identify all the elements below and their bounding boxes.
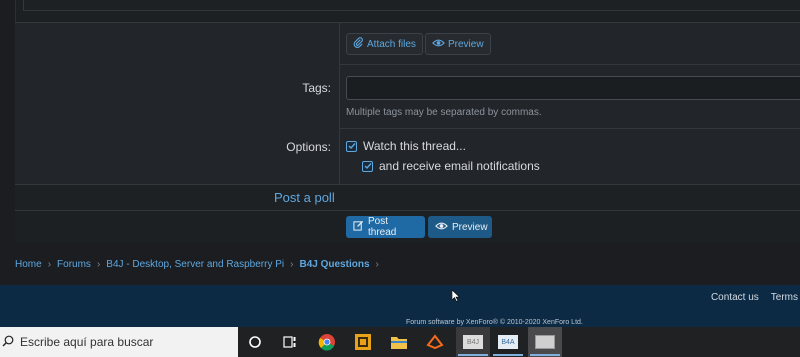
watch-thread-checkbox[interactable]: Watch this thread...	[346, 139, 466, 153]
watch-thread-label: Watch this thread...	[363, 139, 466, 153]
file-explorer-icon[interactable]	[388, 331, 410, 353]
editor-preview-label: Preview	[448, 38, 484, 50]
mouse-cursor-icon	[451, 289, 461, 307]
b4a-icon-label: B4A	[498, 335, 518, 349]
preview-button[interactable]: Preview	[428, 216, 492, 238]
search-icon	[2, 335, 14, 350]
tags-input[interactable]	[346, 76, 800, 100]
poll-row	[15, 184, 800, 211]
tags-hint: Multiple tags may be separated by commas…	[346, 107, 542, 118]
taskbar-search-box[interactable]: Escribe aquí para buscar	[0, 327, 238, 357]
breadcrumb-forums[interactable]: Forums	[57, 259, 91, 270]
breadcrumb: Home › Forums › B4J - Desktop, Server an…	[15, 259, 379, 270]
breadcrumb-home[interactable]: Home	[15, 259, 42, 270]
form-divider	[339, 22, 340, 184]
checkbox-checked-icon	[362, 160, 373, 172]
active-indicator	[493, 354, 523, 356]
checkbox-checked-icon	[346, 140, 357, 152]
post-thread-label: Post thread	[368, 216, 397, 238]
row-divider	[339, 64, 800, 65]
preview-label: Preview	[452, 221, 488, 233]
attach-files-label: Attach files	[367, 38, 416, 50]
post-a-poll-link[interactable]: Post a poll	[274, 190, 335, 205]
options-label: Options:	[286, 140, 331, 154]
chevron-right-icon: ›	[47, 259, 52, 270]
email-notifications-label: and receive email notifications	[379, 159, 540, 173]
taskbar-search-placeholder: Escribe aquí para buscar	[20, 335, 154, 349]
tags-label: Tags:	[302, 81, 331, 95]
app-icon[interactable]	[352, 331, 374, 353]
post-thread-button[interactable]: Post thread	[346, 216, 425, 238]
b4j-icon-label: B4J	[463, 335, 483, 349]
b4j-icon[interactable]: B4J	[462, 331, 484, 353]
active-indicator	[458, 354, 488, 356]
breadcrumb-b4j-questions[interactable]: B4J Questions	[299, 259, 369, 270]
edit-icon	[353, 220, 364, 234]
row-divider	[339, 128, 800, 129]
task-view-icon[interactable]	[279, 331, 301, 353]
paperclip-icon	[353, 37, 364, 51]
site-footer	[0, 285, 800, 329]
chevron-right-icon: ›	[290, 259, 294, 270]
app-icon[interactable]	[424, 331, 446, 353]
contact-us-link[interactable]: Contact us	[711, 292, 759, 303]
attach-files-button[interactable]: Attach files	[346, 33, 423, 55]
chrome-icon[interactable]	[316, 331, 338, 353]
footer-links: Contact us Terms	[711, 292, 798, 303]
b4x-icon-body	[535, 335, 555, 349]
message-editor-bottom	[23, 0, 800, 11]
cortana-icon[interactable]	[244, 331, 266, 353]
chevron-right-icon: ›	[96, 259, 101, 270]
eye-icon	[432, 38, 445, 51]
terms-link[interactable]: Terms	[771, 292, 798, 303]
chevron-right-icon: ›	[375, 259, 379, 270]
b4a-icon[interactable]: B4A	[497, 331, 519, 353]
breadcrumb-b4j-desktop[interactable]: B4J - Desktop, Server and Raspberry Pi	[106, 259, 284, 270]
eye-icon	[435, 221, 448, 234]
editor-preview-button[interactable]: Preview	[425, 33, 491, 55]
b4x-icon[interactable]	[534, 331, 556, 353]
footer-credit: Forum software by XenForo® © 2010-2020 X…	[406, 319, 583, 326]
active-indicator	[530, 354, 560, 356]
email-notifications-checkbox[interactable]: and receive email notifications	[362, 159, 540, 173]
